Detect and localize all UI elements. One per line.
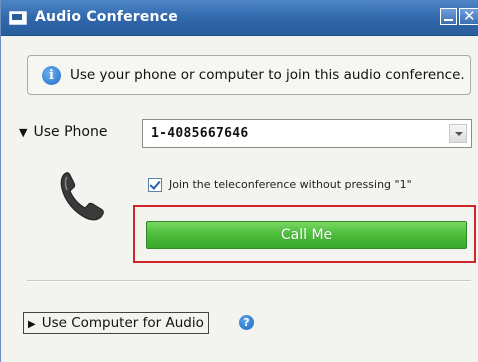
section-divider (27, 280, 471, 282)
title-bar[interactable]: Audio Conference ✕ (1, 0, 478, 36)
collapse-triangle-icon: ▼ (19, 126, 28, 139)
minimize-icon[interactable] (440, 8, 457, 25)
join-without-pressing-label[interactable]: Join the teleconference without pressing… (169, 178, 412, 191)
call-me-button[interactable]: Call Me (146, 221, 467, 249)
close-icon[interactable]: ✕ (459, 7, 478, 25)
join-without-pressing-checkbox[interactable] (148, 178, 162, 192)
chevron-down-icon[interactable] (449, 124, 467, 143)
expand-triangle-icon: ▶ (28, 319, 36, 330)
info-text: Use your phone or computer to join this … (70, 67, 465, 83)
info-icon: i (42, 66, 61, 85)
close-glyph: ✕ (463, 7, 476, 25)
use-computer-label: Use Computer for Audio (41, 315, 204, 331)
use-computer-for-audio-toggle[interactable]: ▶ Use Computer for Audio (23, 312, 209, 334)
window-app-icon (9, 11, 27, 25)
audio-conference-window: Audio Conference ✕ i Use your phone or c… (0, 0, 478, 362)
window-title: Audio Conference (35, 9, 178, 25)
phone-number-select[interactable]: 1-4085667646 (142, 119, 472, 148)
help-icon[interactable]: ? (239, 315, 254, 330)
use-phone-toggle[interactable]: ▼ Use Phone (19, 124, 107, 140)
info-banner: i Use your phone or computer to join thi… (27, 55, 471, 95)
use-phone-label: Use Phone (33, 124, 108, 140)
phone-number-value: 1-4085667646 (151, 126, 249, 141)
phone-handset-icon (60, 172, 104, 221)
